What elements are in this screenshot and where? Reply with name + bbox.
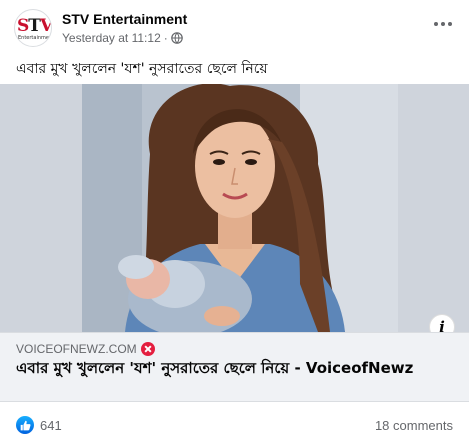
dot-icon [441,22,445,26]
post-header: STV Entertainment STV Entertainment Yest… [0,0,469,54]
post-footer: 641 18 comments [0,402,469,440]
more-options-button[interactable] [429,12,457,36]
page-name[interactable]: STV Entertainment [62,11,187,27]
dot-icon [448,22,452,26]
dot-icon [434,22,438,26]
link-preview[interactable]: VOICEOFNEWZ.COM এবার মুখ খুললেন 'যশ' নুস… [0,332,469,402]
post-card: STV Entertainment STV Entertainment Yest… [0,0,469,440]
link-domain: VOICEOFNEWZ.COM [16,342,137,356]
reaction-count: 641 [40,417,62,433]
comments-count[interactable]: 18 comments [375,418,453,433]
thumbs-up-icon [20,420,31,430]
avatar[interactable]: STV Entertainment [14,9,52,47]
reactions-summary[interactable]: 641 [16,416,62,434]
globe-icon[interactable] [170,32,183,44]
link-domain-row: VOICEOFNEWZ.COM [16,342,155,356]
meta-separator: · [163,31,168,45]
post-caption: এবার মুখ খুললেন 'যশ' নুসরাতের ছেলে নিয়ে [16,61,268,77]
blocked-icon [140,342,155,356]
avatar-tagline: Entertainment [18,35,52,41]
timestamp[interactable]: Yesterday at 11:12 [62,31,161,45]
stv-logo: STV [17,16,52,36]
post-meta: Yesterday at 11:12 · [62,31,183,45]
post-photo[interactable] [0,84,469,332]
photo-illustration [0,84,469,332]
link-title[interactable]: এবার মুখ খুললেন 'যশ' নুসরাতের ছেলে নিয়ে… [16,359,456,378]
like-icon [16,416,34,434]
